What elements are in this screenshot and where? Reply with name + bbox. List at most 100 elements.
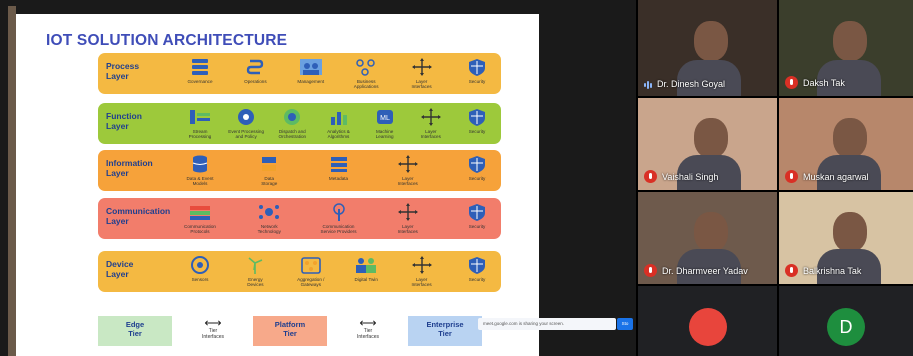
mic-off-icon [785,170,798,183]
participant-name-tag: Vaishali Singh [644,170,718,183]
participant-name-tag: Dr. Dharmveer Yadav [644,264,748,277]
protocols-icon [176,202,224,222]
component-label: Security [468,129,486,134]
tier-box: Edge Tier [98,316,172,346]
tier-box: Enterprise Tier [408,316,482,346]
shield-icon [453,202,501,222]
layer-component: Layer Interfaces [384,154,432,186]
layer-component: Network Technology [245,202,293,234]
component-label: Security [468,277,486,282]
tier-box: Platform Tier [253,316,327,346]
layer-component: Business Applications [342,57,390,89]
cross-arrows-icon [398,57,446,77]
component-label: Event Processing and Policy [228,129,265,139]
layer-component: Security [453,107,501,134]
participant-tile[interactable] [638,286,777,356]
participant-tile[interactable]: Balkrishna Tak [779,192,913,284]
participant-tile[interactable]: Vaishali Singh [638,98,777,190]
layer-component: Layer Interfaces [398,57,446,89]
component-label: Management [297,79,325,84]
stop-sharing-button[interactable]: Sto [617,318,633,330]
layer-component: Communication Protocols [176,202,224,234]
component-label: Data & Event Models [186,176,214,186]
cross-arrows-icon [398,255,446,275]
participant-video [693,212,728,253]
participant-body [676,59,741,96]
participant-name-tag: Muskan agarwal [785,170,869,183]
participant-name: Dr. Dharmveer Yadav [662,265,748,276]
svg-text:ML: ML [380,115,390,122]
layer-component: Security [453,154,501,181]
component-label: Machine Learning [375,129,394,139]
component-label: Dispatch and Orchestration [278,129,307,139]
component-label: Stream Processing [188,129,212,139]
layer-component: Management [287,57,335,84]
component-label: Business Applications [353,79,379,89]
component-label: Metadata [328,176,349,181]
gateway-icon [287,255,335,275]
shield-icon [453,154,501,174]
component-label: Digital Twin [354,277,378,282]
component-label: Layer Interfaces [397,176,418,186]
database-icon [176,154,224,174]
layer-component: Data Storage [245,154,293,186]
people-icon [287,57,335,77]
layer-component: Governance [176,57,224,84]
component-label: Security [468,79,486,84]
participant-tile[interactable]: D [779,286,913,356]
stream-icon [176,107,224,127]
participant-name-tag: Daksh Tak [785,76,845,89]
participant-tile[interactable]: Dr. Dinesh Goyal [638,0,777,96]
layer-name: Communication Layer [106,206,171,226]
participant-name: Daksh Tak [803,77,845,88]
layer-box: Process Layer Governance Operations Managem… [98,53,501,94]
layer-name: Information Layer [106,158,153,178]
dispatch-icon [268,107,316,127]
participant-name-tag: Balkrishna Tak [785,264,861,277]
layer-box: Function Layer Stream Processing Event Pro… [98,103,501,144]
component-label: Layer Interfaces [411,277,432,287]
layer-component: Stream Processing [176,107,224,139]
screen-share-notice: meet.google.com is sharing your screen. [478,318,616,330]
gear-icon [222,107,270,127]
mic-off-icon [785,76,798,89]
participant-name-tag: Dr. Dinesh Goyal [644,79,725,89]
layer-component: Digital Twin [342,255,390,282]
layer-component: Dispatch and Orchestration [268,107,316,139]
double-arrow-icon: ⟷ [204,316,222,330]
layer-component: Analytics & Algorithms [315,107,363,139]
layer-component: Data & Event Models [176,154,224,186]
avatar: D [827,308,865,346]
ml-icon: ML [361,107,409,127]
layer-component: Layer Interfaces [398,255,446,287]
component-label: Layer Interfaces [420,129,441,139]
participant-name: Dr. Dinesh Goyal [657,79,726,89]
participant-name: Vaishali Singh [662,171,719,182]
layer-component: Metadata [315,154,363,181]
shield-icon [453,57,501,77]
layer-component: Security [453,202,501,229]
tier-interface: ⟷ Tier Interfaces [343,317,393,340]
layer-component: Layer Interfaces [384,202,432,234]
flow-icon [231,57,279,77]
layer-name: Process Layer [106,61,140,81]
mic-off-icon [785,264,798,277]
layer-component: Security [453,57,501,84]
participant-tile[interactable]: Daksh Tak [779,0,913,96]
slide-edge [8,6,16,356]
tier-interface: ⟷ Tier Interfaces [188,316,238,340]
network-icon [245,202,293,222]
layer-component: Security [453,255,501,282]
avatar [688,308,727,346]
component-label: Data Storage [261,176,278,186]
mic-off-icon [644,170,657,183]
participant-tile[interactable]: Muskan agarwal [779,98,913,190]
cross-arrows-icon [384,154,432,174]
participant-tile[interactable]: Dr. Dharmveer Yadav [638,192,777,284]
component-label: Layer Interfaces [397,224,418,234]
component-label: Operations [244,79,267,84]
component-label: Governance [187,79,213,84]
layer-component: Communication Service Providers [315,202,363,234]
layer-component: Layer Interfaces [407,107,455,139]
layer-name: Function Layer [106,111,142,131]
